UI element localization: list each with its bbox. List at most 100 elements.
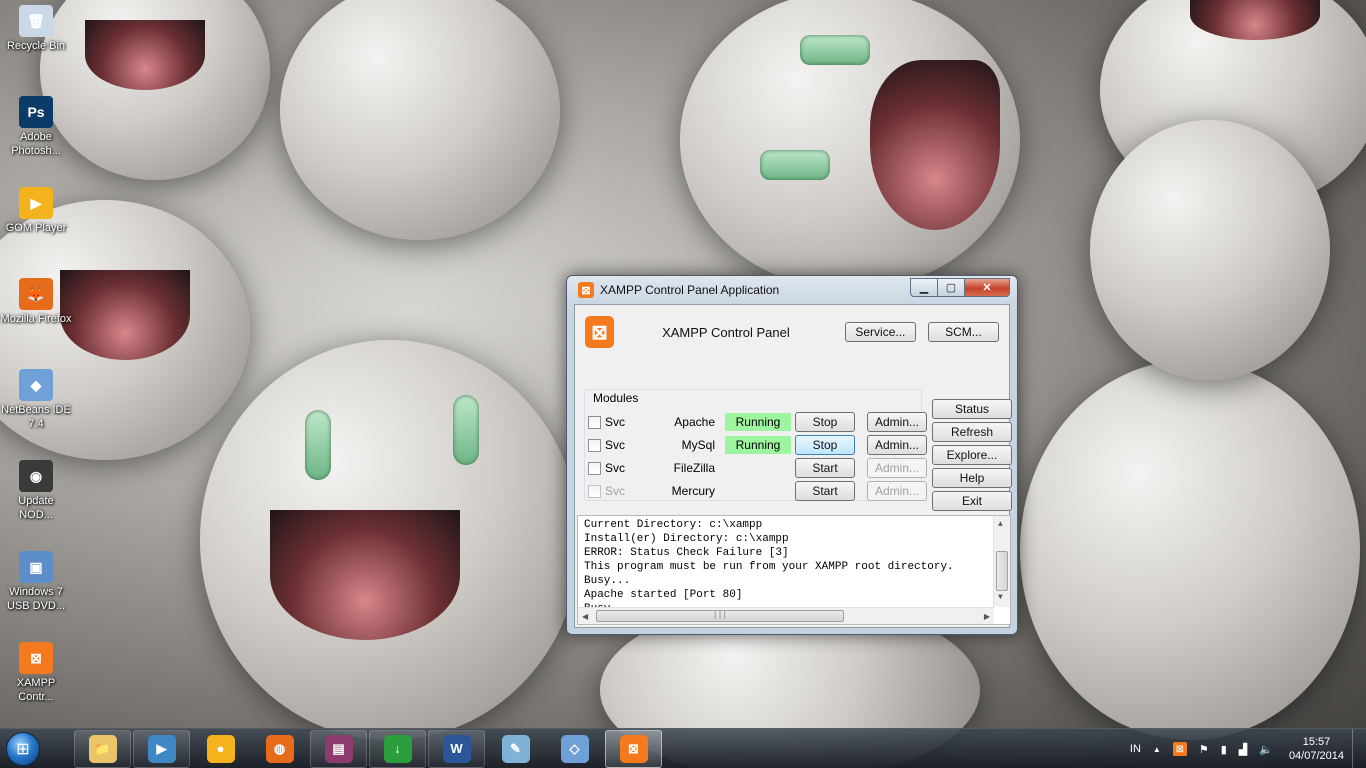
- desktop-icon-label: XAMPP Contr...: [16, 677, 56, 703]
- desktop-icon[interactable]: ▣ Windows 7 USB DVD...: [0, 551, 72, 613]
- log-line: This program must be run from your XAMPP…: [584, 561, 954, 573]
- side-button-exit[interactable]: Exit: [932, 491, 1012, 511]
- scroll-up-icon[interactable]: ▲: [998, 518, 1003, 532]
- side-button-refresh[interactable]: Refresh: [932, 422, 1012, 442]
- admin-button[interactable]: Admin...: [867, 435, 927, 455]
- paint-icon: ✎: [501, 734, 530, 763]
- taskbar-app-winrar[interactable]: ▤: [310, 729, 367, 768]
- taskbar-app-gom[interactable]: ●: [192, 730, 249, 768]
- svc-label: Svc: [605, 484, 626, 498]
- desktop-icon[interactable]: 🦊 Mozilla Firefox: [0, 278, 72, 326]
- desktop-icon[interactable]: ⊠ XAMPP Contr...: [0, 642, 72, 704]
- desktop-icon-label: Adobe Photosh...: [11, 131, 61, 157]
- taskbar-app-virtualbox[interactable]: ◇: [546, 730, 603, 768]
- desktop-icon-label: Update NOD...: [18, 495, 54, 521]
- clock-time: 15:57: [1302, 736, 1331, 748]
- log-line: Install(er) Directory: c:\xampp: [584, 533, 789, 545]
- media-player-icon: ▶: [147, 734, 176, 763]
- scroll-down-icon[interactable]: ▼: [998, 591, 1003, 605]
- desktop-icon[interactable]: ▶ GOM Player: [0, 187, 72, 235]
- windows-logo-icon: ⊞: [6, 731, 40, 766]
- admin-button[interactable]: Admin...: [867, 458, 927, 478]
- log-line: ERROR: Status Check Failure [3]: [584, 547, 789, 559]
- side-button-help[interactable]: Help: [932, 468, 1012, 488]
- title-bar[interactable]: ⊠ XAMPP Control Panel Application ▁ ▢ ✕: [574, 276, 1010, 304]
- module-row: Svc Mercury Start Admin...: [588, 480, 927, 502]
- taskbar-app-paint[interactable]: ✎: [487, 730, 544, 768]
- side-button-explore[interactable]: Explore...: [932, 445, 1012, 465]
- xampp-icon: ⊠: [619, 734, 648, 763]
- desktop-icon[interactable]: ◉ Update NOD...: [0, 460, 72, 522]
- service-button[interactable]: Service...: [844, 322, 916, 342]
- xampp-tray-icon[interactable]: ⊠: [1172, 742, 1187, 756]
- desktop-icon[interactable]: ◆ NetBeans IDE 7.4: [0, 369, 72, 431]
- vertical-scrollbar[interactable]: ▲ ▼: [993, 516, 1010, 607]
- svc-checkbox[interactable]: [588, 461, 601, 475]
- desktop-app-icon: ⊠: [19, 642, 53, 674]
- hscroll-thumb[interactable]: |||: [596, 610, 844, 622]
- scroll-thumb[interactable]: [996, 551, 1008, 591]
- virtualbox-icon: ◇: [560, 734, 589, 763]
- modules-label: Modules: [591, 391, 641, 405]
- desktop-app-icon: ◆: [19, 369, 53, 401]
- module-action-button[interactable]: Stop: [795, 435, 855, 455]
- log-line: Apache started [Port 80]: [584, 589, 743, 601]
- desktop-icon[interactable]: Ps Adobe Photosh...: [0, 96, 72, 158]
- desktop-icon-label: NetBeans IDE 7.4: [1, 404, 71, 430]
- taskbar-app-word[interactable]: W: [428, 729, 485, 768]
- module-status: [725, 482, 791, 500]
- admin-button[interactable]: Admin...: [867, 412, 927, 432]
- battery-icon[interactable]: ▮: [1221, 743, 1227, 756]
- scm-button[interactable]: SCM...: [927, 322, 1000, 342]
- module-action-button[interactable]: Start: [795, 481, 855, 501]
- module-name: MySql: [681, 438, 715, 452]
- clock[interactable]: 15:57 04/07/2014: [1289, 735, 1344, 763]
- maximize-button[interactable]: ▢: [937, 277, 964, 297]
- svc-label: Svc: [605, 461, 626, 475]
- show-desktop-button[interactable]: [1352, 729, 1366, 768]
- side-buttons: Status Refresh Explore... Help Exit: [932, 399, 1012, 514]
- close-button[interactable]: ✕: [964, 277, 1010, 297]
- idm-icon: ↓: [383, 734, 412, 763]
- volume-icon[interactable]: 🔈: [1259, 743, 1273, 756]
- scroll-left-icon[interactable]: ◀: [582, 611, 588, 624]
- xampp-window: ⊠ XAMPP Control Panel Application ▁ ▢ ✕ …: [566, 275, 1018, 635]
- firefox-icon: ◍: [265, 734, 294, 763]
- action-center-flag-icon[interactable]: ⚑: [1199, 743, 1209, 756]
- horizontal-scrollbar[interactable]: ◀ ||| ▶: [578, 607, 994, 624]
- scroll-right-icon[interactable]: ▶: [984, 611, 990, 624]
- desktop-app-icon: ◉: [19, 460, 53, 492]
- network-icon[interactable]: ▟: [1239, 743, 1247, 756]
- svc-checkbox[interactable]: [588, 484, 601, 498]
- module-name: Apache: [674, 415, 715, 429]
- desktop-app-icon: 🦊: [19, 278, 53, 310]
- side-button-status[interactable]: Status: [932, 399, 1012, 419]
- module-status: Running: [725, 436, 791, 454]
- window-title: XAMPP Control Panel Application: [600, 283, 780, 297]
- taskbar-app-xampp[interactable]: ⊠: [605, 729, 662, 768]
- module-action-button[interactable]: Start: [795, 458, 855, 478]
- desktop-icon-label: GOM Player: [5, 222, 67, 234]
- panel-title: XAMPP Control Panel: [662, 324, 790, 340]
- show-hidden-icons-icon[interactable]: ▲: [1153, 745, 1161, 754]
- language-indicator[interactable]: IN: [1130, 743, 1141, 755]
- taskbar-app-idm[interactable]: ↓: [369, 729, 426, 768]
- desktop-icon[interactable]: 🗑 Recycle Bin: [0, 5, 72, 53]
- log-line: Current Directory: c:\xampp: [584, 519, 763, 531]
- taskbar: ⊞ 📁 ▶ ● ◍ ▤ ↓ W ✎ ◇ ⊠ IN ▲ ⊠ ⚑ ▮ ▟ 🔈 15:57 04/07/…: [0, 728, 1366, 768]
- taskbar-app-media-player[interactable]: ▶: [133, 729, 190, 768]
- taskbar-app-firefox[interactable]: ◍: [251, 730, 308, 768]
- module-status: Running: [725, 413, 791, 431]
- minimize-button[interactable]: ▁: [910, 277, 937, 297]
- module-action-button[interactable]: Stop: [795, 412, 855, 432]
- admin-button[interactable]: Admin...: [867, 481, 927, 501]
- word-icon: W: [442, 734, 471, 763]
- start-button[interactable]: ⊞: [0, 729, 46, 768]
- module-row: Svc Apache Running Stop Admin...: [588, 411, 927, 433]
- svc-label: Svc: [605, 438, 626, 452]
- taskbar-app-explorer[interactable]: 📁: [74, 729, 131, 768]
- module-status: [725, 459, 791, 477]
- clock-date: 04/07/2014: [1288, 750, 1344, 762]
- svc-checkbox[interactable]: [588, 438, 601, 452]
- svc-checkbox[interactable]: [588, 415, 601, 429]
